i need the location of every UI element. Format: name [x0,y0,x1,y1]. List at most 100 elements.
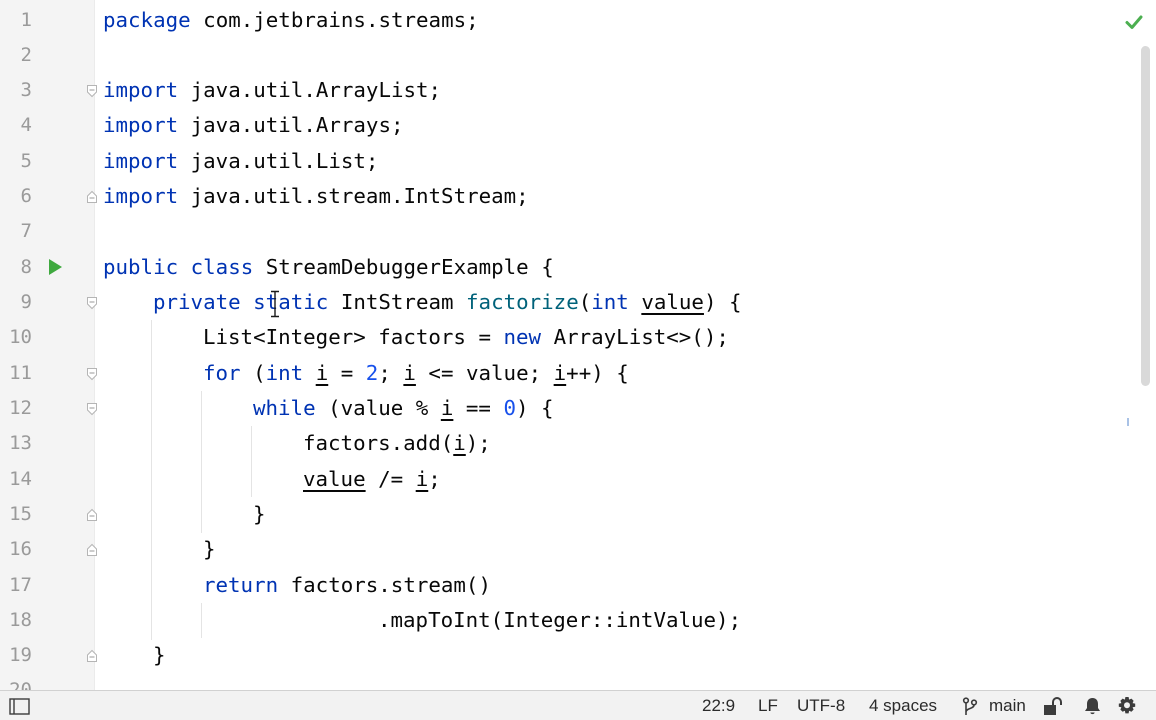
code-text: ) { [515,396,554,420]
fold-icon[interactable] [86,84,98,98]
code-text: ++) { [566,361,629,385]
run-icon[interactable] [47,258,63,276]
code-text: java.util.Arrays; [178,113,404,137]
fold-icon[interactable] [86,402,98,416]
fold-icon[interactable] [86,543,98,557]
code-text: ) { [703,290,742,314]
fold-icon[interactable] [86,508,98,522]
code-line[interactable]: import java.util.Arrays; [103,108,404,143]
code-line[interactable]: public class StreamDebuggerExample { [103,250,554,285]
fold-icon[interactable] [86,190,98,204]
code-text: java.util.stream.IntStream; [178,184,529,208]
code-text: .mapToInt(Integer::intValue); [378,608,742,632]
code-text: ; [378,361,404,385]
keyword: int [591,290,629,314]
keyword: import [103,184,179,208]
parameter: value [641,290,704,314]
unlock-icon[interactable] [1043,697,1063,716]
keyword: public class [103,255,254,279]
code-text: factors.stream() [278,573,491,597]
indent-guide [201,603,202,638]
indent-settings[interactable]: 4 spaces [869,691,937,720]
code-text: ; [428,467,441,491]
keyword: return [203,573,279,597]
vertical-scrollbar[interactable] [1141,46,1150,386]
code-text: } [203,537,216,561]
line-number: 5 [20,150,32,172]
code-line[interactable]: value /= i; [303,462,441,497]
code-line[interactable]: List<Integer> factors = new ArrayList<>(… [203,320,729,355]
status-bar: 22:9 LF UTF-8 4 spaces main [0,690,1156,720]
number-literal: 2 [365,361,379,385]
code-line[interactable]: .mapToInt(Integer::intValue); [378,603,741,638]
code-text: List<Integer> factors = [203,325,504,349]
text-cursor-icon [271,290,279,318]
code-line[interactable]: } [153,638,166,673]
file-encoding[interactable]: UTF-8 [797,691,845,720]
keyword: private static [153,290,329,314]
code-text: com.jetbrains.streams; [190,8,479,32]
code-text: } [153,643,166,667]
keyword: int [265,361,304,385]
line-number: 9 [20,291,32,313]
variable: i [553,361,567,385]
code-line[interactable]: import java.util.List; [103,144,378,179]
line-number: 8 [20,256,32,278]
code-line[interactable]: while (value % i == 0) { [253,391,554,426]
code-text: ( [240,361,266,385]
line-number: 10 [9,326,32,348]
checkmark-icon[interactable] [1124,12,1144,32]
variable: i [315,361,329,385]
variable: i [415,467,429,491]
line-number: 3 [20,79,32,101]
line-number: 11 [9,362,32,384]
line-separator[interactable]: LF [758,691,778,720]
code-text: IntStream [328,290,467,314]
line-number: 20 [9,679,32,690]
code-line[interactable]: package com.jetbrains.streams; [103,3,479,38]
git-branch[interactable]: main [989,691,1026,720]
line-number: 1 [20,9,32,31]
code-text: factors.add( [303,431,454,455]
code-line[interactable]: for (int i = 2; i <= value; i++) { [203,356,629,391]
keyword: new [503,325,542,349]
line-number: 7 [20,220,32,242]
keyword: import [103,113,179,137]
code-line[interactable]: factors.add(i); [303,426,491,461]
line-number: 16 [9,538,32,560]
code-line[interactable]: } [203,532,216,567]
git-branch-icon[interactable] [962,697,978,716]
code-text: /= [365,467,416,491]
tool-windows-icon[interactable] [9,698,30,715]
code-line[interactable]: import java.util.stream.IntStream; [103,179,529,214]
fold-icon[interactable] [86,649,98,663]
indent-guide [251,426,252,497]
line-number: 14 [9,468,32,490]
fold-icon[interactable] [86,367,98,381]
code-line[interactable]: import java.util.ArrayList; [103,73,441,108]
keyword: import [103,149,179,173]
code-editor[interactable]: 1 2 3 4 5 6 7 8 9 10 11 12 13 14 15 16 1… [0,0,1156,690]
caret-position[interactable]: 22:9 [702,691,735,720]
editor-gutter[interactable]: 1 2 3 4 5 6 7 8 9 10 11 12 13 14 15 16 1… [0,0,98,690]
code-text: ); [465,431,491,455]
settings-gear-icon[interactable] [1117,696,1137,716]
variable: i [453,431,466,455]
keyword: while [253,396,316,420]
fold-icon[interactable] [86,296,98,310]
code-text: (value % [315,396,441,420]
code-line[interactable]: } [253,497,266,532]
keyword: import [103,78,179,102]
code-text: ArrayList<>(); [541,325,729,349]
code-line[interactable]: private static IntStream factorize(int v… [153,285,742,320]
notifications-bell-icon[interactable] [1083,696,1102,716]
code-text: = [328,361,366,385]
code-text: java.util.List; [178,149,379,173]
variable: i [403,361,416,385]
line-number: 15 [9,503,32,525]
code-line[interactable]: return factors.stream() [203,568,491,603]
code-text: ( [578,290,592,314]
variable: i [440,396,454,420]
